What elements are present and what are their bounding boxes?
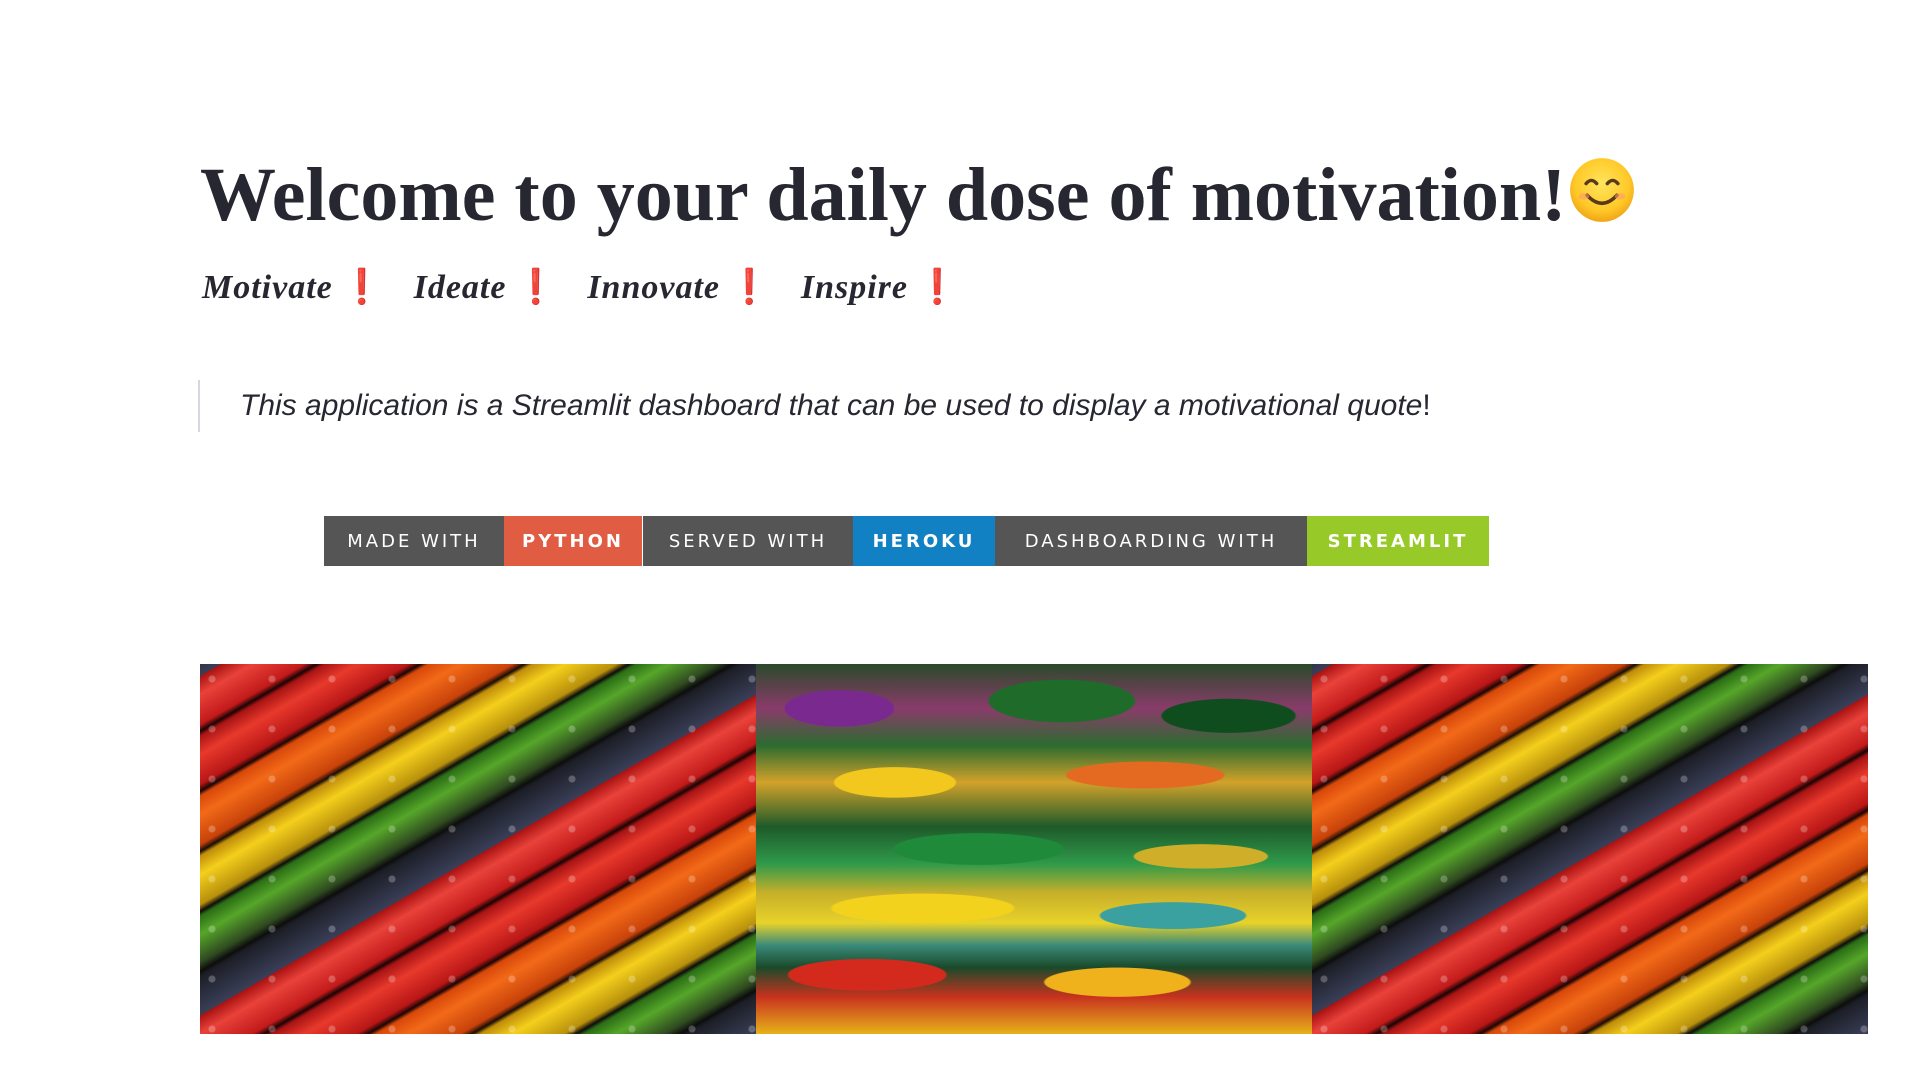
description-end: !	[1422, 389, 1431, 422]
exclamation-icon: ❗	[514, 269, 558, 306]
colored-pencils-image	[1312, 664, 1868, 1034]
badge-streamlit[interactable]: STREAMLIT	[1307, 516, 1489, 566]
abstract-painting-image	[756, 664, 1312, 1034]
badge-row: MADE WITH PYTHON SERVED WITH HEROKU DASH…	[324, 516, 1489, 566]
page-title-text: Welcome to your daily dose of motivation…	[200, 153, 1567, 237]
exclamation-icon: ❗	[340, 269, 385, 306]
badge-made-with-label[interactable]: MADE WITH	[324, 516, 504, 566]
banner-image	[200, 664, 1868, 1034]
badge-served-with-label[interactable]: SERVED WITH	[643, 516, 853, 566]
description-text: This application is a Streamlit dashboar…	[240, 389, 1423, 422]
description-blockquote: This application is a Streamlit dashboar…	[198, 380, 1431, 432]
badge-dashboarding-with-label[interactable]: DASHBOARDING WITH	[995, 516, 1307, 566]
tagline: Motivate ❗ Ideate ❗ Innovate ❗ Inspire ❗	[202, 268, 979, 308]
badge-heroku[interactable]: HEROKU	[853, 516, 995, 566]
smiling-face-icon	[1570, 158, 1635, 222]
exclamation-icon: ❗	[915, 269, 960, 306]
badge-python[interactable]: PYTHON	[504, 516, 642, 566]
exclamation-icon: ❗	[728, 269, 772, 306]
tagline-item-innovate: Innovate ❗	[587, 269, 772, 306]
tagline-item-ideate: Ideate ❗	[413, 269, 558, 306]
tagline-item-motivate: Motivate ❗	[202, 269, 385, 306]
page-title: Welcome to your daily dose of motivation…	[200, 150, 1636, 240]
tagline-item-inspire: Inspire ❗	[800, 269, 960, 306]
colored-pencils-image	[200, 664, 756, 1034]
